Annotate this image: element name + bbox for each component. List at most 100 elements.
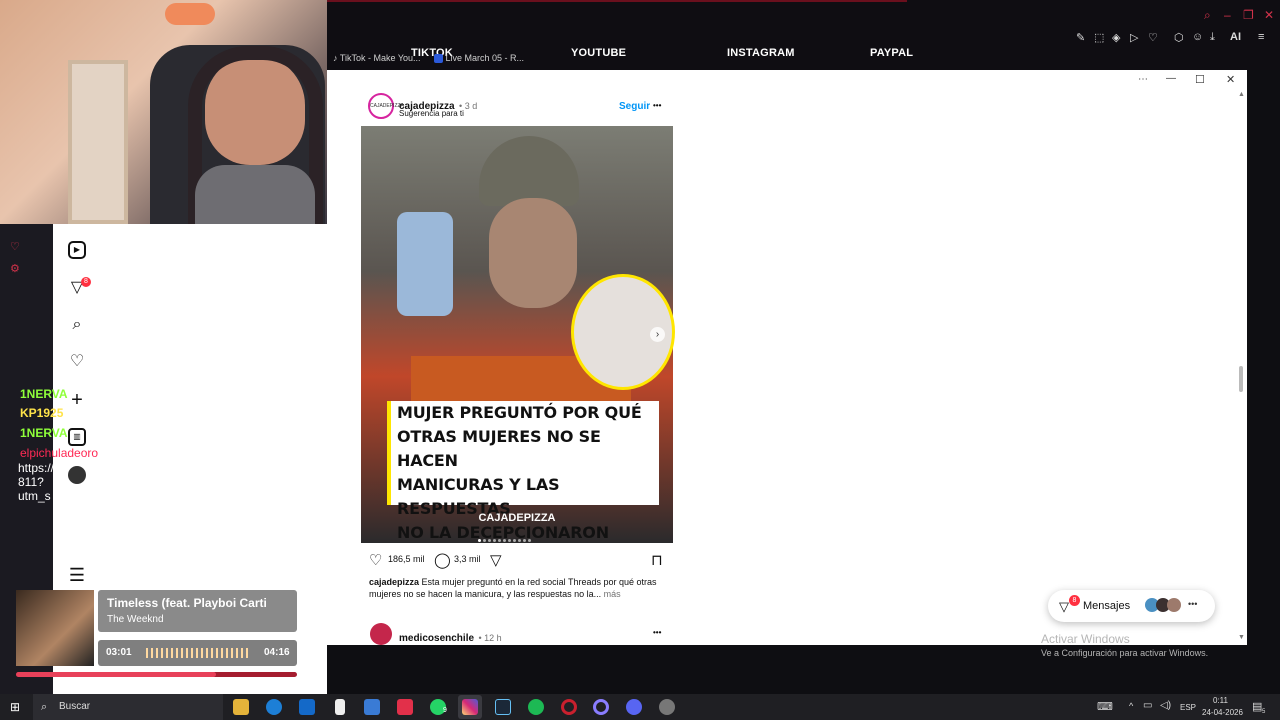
waveform xyxy=(146,648,251,658)
cap xyxy=(479,136,579,206)
next-post-options-icon[interactable]: ••• xyxy=(653,628,661,637)
messages-badge: 8 xyxy=(1069,595,1080,606)
post-caption: cajadepizza Esta mujer preguntó en la re… xyxy=(369,576,669,600)
post-options-icon[interactable]: ••• xyxy=(653,101,661,110)
keyboard-icon[interactable]: ⌨ xyxy=(1097,700,1113,713)
search-icon[interactable]: ⌕ xyxy=(1204,8,1211,23)
follow-button[interactable]: Seguir xyxy=(619,101,650,112)
volume-icon[interactable]: ◁) xyxy=(1160,700,1171,711)
notepad-icon[interactable] xyxy=(335,699,345,715)
chat-username: 1NERVA xyxy=(20,426,68,440)
messages-pill[interactable]: ▽ 8 Mensajes ••• xyxy=(1048,590,1215,622)
webcam-feed xyxy=(0,0,327,224)
obs-icon[interactable] xyxy=(659,699,675,715)
profile-icon[interactable]: ☺ xyxy=(1192,31,1203,43)
play-icon[interactable]: ▷ xyxy=(1130,31,1138,44)
album-art xyxy=(16,590,94,666)
like-icon[interactable]: ♡ xyxy=(369,551,382,569)
avatar[interactable] xyxy=(68,466,86,484)
tab-label: TikTok - Make You... xyxy=(339,53,421,63)
phone xyxy=(397,212,453,316)
activation-title: Activar Windows xyxy=(1041,632,1130,646)
caption-more-link[interactable]: más xyxy=(604,589,621,599)
instagram-icon[interactable] xyxy=(462,699,478,715)
messages-label: Mensajes xyxy=(1083,600,1131,612)
create-icon[interactable]: + xyxy=(68,390,86,410)
share-icon[interactable]: ▽ xyxy=(490,551,502,569)
caption-username[interactable]: cajadepizza xyxy=(369,577,419,587)
close-icon[interactable]: ✕ xyxy=(1264,8,1274,22)
next-post-header: medicosenchile • 12 h xyxy=(399,628,502,646)
clock-time[interactable]: 0:11 xyxy=(1213,696,1228,705)
scroll-up-arrow[interactable]: ▲ xyxy=(1238,91,1245,98)
chevron-up-icon[interactable]: ^ xyxy=(1129,701,1133,711)
next-post-avatar[interactable] xyxy=(370,623,392,645)
next-post-age: • 12 h xyxy=(478,633,502,643)
notification-icon[interactable]: ▤ xyxy=(1252,700,1262,713)
track-progress[interactable] xyxy=(16,672,297,677)
edge-icon[interactable] xyxy=(266,699,282,715)
nav-link-youtube[interactable]: YOUTUBE xyxy=(571,47,626,59)
ai-icon[interactable]: AI xyxy=(1230,31,1241,43)
opera-icon[interactable] xyxy=(561,699,577,715)
pin-icon[interactable]: ✎ xyxy=(1076,31,1085,44)
scrollbar-thumb[interactable] xyxy=(1239,366,1243,392)
outlook-icon[interactable] xyxy=(299,699,315,715)
discord-icon[interactable] xyxy=(626,699,642,715)
windows-start-icon[interactable]: ⊞ xyxy=(10,700,20,714)
restore-icon[interactable]: ❐ xyxy=(1243,8,1254,22)
post-headline: MUJER PREGUNTÓ POR QUÉ OTRAS MUJERES NO … xyxy=(387,401,659,542)
dashboard-icon[interactable]: ▥ xyxy=(68,428,86,446)
heart-icon[interactable]: ♡ xyxy=(68,353,86,371)
comment-icon[interactable]: ◯ xyxy=(434,551,451,569)
spotify-icon[interactable] xyxy=(528,699,544,715)
menu-icon[interactable]: ≡ xyxy=(1258,31,1264,43)
screenshot-icon[interactable]: ⬚ xyxy=(1094,31,1104,44)
app-icon[interactable] xyxy=(397,699,413,715)
file-explorer-icon[interactable] xyxy=(233,699,249,715)
search-icon[interactable]: ⌕ xyxy=(68,316,86,334)
extensions-icon[interactable]: ⬡ xyxy=(1174,31,1184,44)
shield-icon[interactable]: ◈ xyxy=(1112,31,1120,44)
chat-message: https:// xyxy=(18,461,55,475)
tab-tiktok[interactable]: ♪ TikTok - Make You... xyxy=(333,53,421,63)
nav-link-paypal[interactable]: PAYPAL xyxy=(870,47,913,59)
minimize-icon[interactable]: – xyxy=(1224,8,1231,22)
tab-label: Live March 05 - R... xyxy=(445,53,525,63)
chat-username: elpichuladeoro xyxy=(20,446,99,460)
language-indicator[interactable]: ESP xyxy=(1180,703,1196,712)
reels-icon[interactable]: ▶ xyxy=(68,241,86,259)
next-post-username[interactable]: medicosenchile xyxy=(399,633,474,644)
search-placeholder: Buscar xyxy=(59,701,91,712)
store-icon[interactable] xyxy=(364,699,380,715)
menu-icon[interactable]: ☰ xyxy=(68,566,86,584)
streamer-shirt xyxy=(195,165,315,224)
maximize-button[interactable]: ☐ xyxy=(1195,73,1205,86)
loading-bar xyxy=(327,0,907,2)
more-icon: ••• xyxy=(1188,599,1198,609)
minimize-button[interactable]: — xyxy=(1166,73,1176,84)
nav-link-instagram[interactable]: INSTAGRAM xyxy=(727,47,795,59)
activation-subtitle: Ve a Configuración para activar Windows. xyxy=(1041,648,1209,658)
taskbar-search[interactable]: ⌕ Buscar xyxy=(33,694,223,720)
app-icon[interactable] xyxy=(593,699,609,715)
suggestion-label: Sugerencia para ti xyxy=(399,109,464,118)
close-button[interactable]: ✕ xyxy=(1226,73,1235,86)
search-icon: ⌕ xyxy=(41,701,48,713)
post-avatar[interactable]: CAJADEPIZZA xyxy=(368,93,404,119)
clock-date[interactable]: 24-04-2026 xyxy=(1202,708,1243,717)
bookmark-icon[interactable]: ⊓ xyxy=(651,551,663,569)
steam-icon[interactable] xyxy=(495,699,511,715)
more-options-icon[interactable]: ⋯ xyxy=(1138,74,1148,85)
messages-icon: ▽ xyxy=(1059,599,1069,614)
tab-live[interactable]: Live March 05 - R... xyxy=(434,53,525,64)
whatsapp-badge: 9 xyxy=(443,707,447,714)
heart-icon[interactable]: ♡ xyxy=(1148,31,1158,44)
download-icon[interactable]: ⤓ xyxy=(1210,31,1215,44)
scroll-down-arrow[interactable]: ▼ xyxy=(1238,634,1245,641)
network-icon[interactable]: ▭ xyxy=(1143,700,1152,711)
next-slide-button[interactable]: › xyxy=(650,327,665,342)
total-time: 04:16 xyxy=(264,647,290,658)
tab-favicon xyxy=(434,54,443,64)
track-artist: The Weeknd xyxy=(107,614,164,625)
